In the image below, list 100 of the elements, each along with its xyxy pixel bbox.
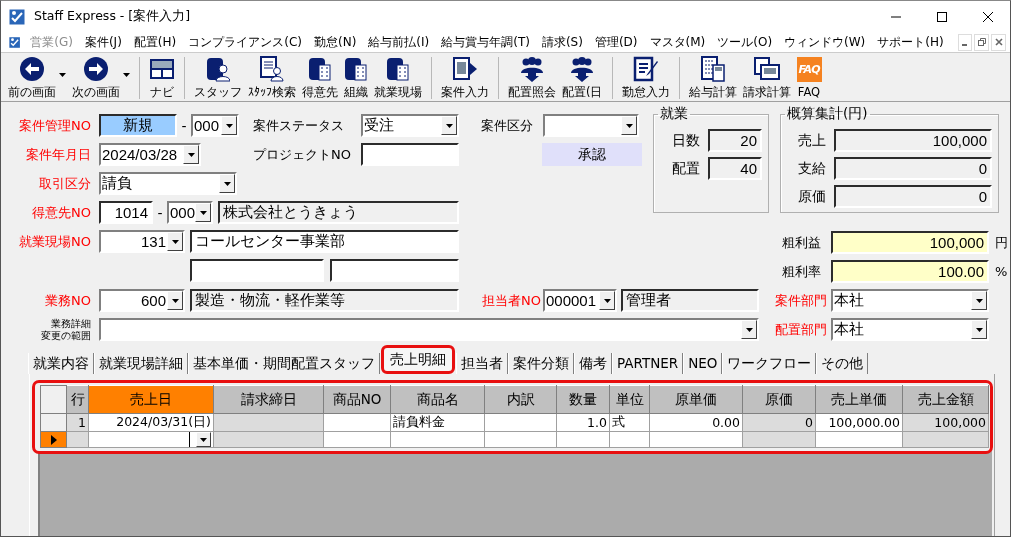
menu-item[interactable]: 配置(H): [133, 33, 177, 51]
column-header[interactable]: 行: [66, 385, 89, 414]
toolbar-button[interactable]: 次の画面: [69, 53, 133, 101]
tab[interactable]: PARTNER: [612, 353, 684, 374]
date-select[interactable]: 2024/03/28: [99, 143, 201, 166]
toolbar-button[interactable]: 就業現場: [371, 53, 425, 101]
branch-select[interactable]: 000: [191, 114, 239, 137]
dropdown-button[interactable]: [167, 291, 183, 310]
app-icon[interactable]: [9, 34, 21, 50]
client-number-field[interactable]: 1014: [99, 201, 153, 224]
tab[interactable]: その他: [816, 353, 869, 374]
tab[interactable]: 備考: [574, 353, 612, 374]
dropdown-button[interactable]: [219, 174, 235, 193]
site-name-field[interactable]: コールセンター事業部: [190, 230, 459, 253]
tab[interactable]: 担当者: [456, 353, 508, 374]
restore-icon[interactable]: [974, 33, 990, 51]
case-number-field[interactable]: 新規: [99, 114, 177, 137]
approve-button[interactable]: 承認: [542, 143, 642, 166]
field-label: 配置部門: [774, 320, 827, 339]
site-select[interactable]: 131: [99, 230, 185, 253]
menu-item[interactable]: サポート(H): [877, 33, 944, 51]
work-select[interactable]: 600: [99, 289, 185, 312]
toolbar-button[interactable]: 前の画面: [5, 53, 69, 101]
menu-item[interactable]: 管理(D): [594, 33, 638, 51]
tab[interactable]: 売上明細: [381, 345, 455, 374]
arrow-left-icon: [19, 56, 45, 82]
toolbar-button[interactable]: スタッフ: [191, 53, 245, 101]
tab[interactable]: ワークフロー: [722, 353, 817, 374]
project-field[interactable]: [361, 143, 459, 166]
dropdown-button[interactable]: [195, 203, 211, 222]
minimize-icon[interactable]: [957, 33, 973, 51]
toolbar-button[interactable]: ナビ: [146, 53, 178, 101]
status-select[interactable]: 受注: [361, 114, 459, 137]
tab[interactable]: 就業現場詳細: [94, 353, 188, 374]
category-select[interactable]: [543, 114, 639, 137]
menu-item[interactable]: 給与賞与年調(T): [441, 33, 530, 51]
column-header[interactable]: 売上単価: [815, 385, 903, 414]
dropdown-button[interactable]: [971, 291, 987, 310]
menu-item[interactable]: マスタ(M): [649, 33, 706, 51]
tab[interactable]: NEO: [683, 353, 723, 374]
dropdown-button[interactable]: [183, 145, 199, 164]
menu-item[interactable]: 勤怠(N): [314, 33, 357, 51]
field-label: 粗利率: [781, 262, 821, 281]
maximize-icon[interactable]: [936, 10, 948, 23]
dropdown-button[interactable]: [441, 116, 457, 135]
toolbar-button[interactable]: FAQ FAQ: [793, 53, 825, 101]
manager-select[interactable]: 000001: [543, 289, 617, 312]
department-select[interactable]: 本社: [831, 289, 989, 312]
unit-text: 円: [995, 233, 1008, 252]
field-label: 支給: [798, 159, 826, 178]
input-field[interactable]: [190, 259, 324, 282]
column-header[interactable]: 商品名: [390, 385, 485, 414]
column-header[interactable]: 売上日: [88, 385, 214, 414]
toolbar-button[interactable]: 得意先: [299, 53, 341, 101]
column-header[interactable]: 原価: [742, 385, 816, 414]
table-cell: 100,000.00: [815, 413, 903, 432]
column-header[interactable]: 単位: [609, 385, 650, 414]
deal-type-select[interactable]: 請負: [99, 172, 237, 195]
toolbar-button[interactable]: 組織: [341, 53, 371, 101]
calculator-icon: [700, 56, 725, 82]
dropdown-button[interactable]: [599, 291, 615, 310]
toolbar-button[interactable]: 案件入力: [438, 53, 492, 101]
dropdown-button[interactable]: [196, 432, 211, 447]
toolbar-button[interactable]: 配置照会: [505, 53, 559, 101]
department-select[interactable]: 本社: [831, 318, 989, 341]
dropdown-button[interactable]: [167, 232, 183, 251]
toolbar-button[interactable]: 請求計算: [739, 53, 794, 101]
menu-item[interactable]: 案件(J): [84, 33, 122, 51]
menu-item[interactable]: ツール(O): [717, 33, 773, 51]
field-label: 案件ステータス: [253, 116, 345, 135]
column-header[interactable]: 請求締日: [213, 385, 324, 414]
field-label: 就業現場NO: [18, 232, 91, 251]
field-label: 担当者NO: [481, 291, 541, 310]
toolbar-button[interactable]: ｽﾀｯﾌ検索: [245, 53, 299, 101]
tab[interactable]: 基本単価・期間配置スタッフ: [188, 353, 380, 374]
dropdown-button[interactable]: [621, 116, 637, 135]
column-header[interactable]: 原単価: [649, 385, 743, 414]
scope-select[interactable]: [99, 318, 759, 341]
dropdown-button[interactable]: [971, 320, 987, 339]
faq-icon: FAQ: [796, 56, 822, 82]
tab[interactable]: 案件分類: [508, 353, 574, 374]
value-field: 0: [834, 185, 992, 208]
dropdown-button[interactable]: [221, 116, 237, 135]
input-field[interactable]: [330, 259, 459, 282]
column-header[interactable]: 内訳: [484, 385, 557, 414]
value-field: 20: [708, 129, 762, 152]
column-header[interactable]: 数量: [556, 385, 610, 414]
tab[interactable]: 就業内容: [28, 353, 94, 374]
menu-item[interactable]: ウィンドウ(W): [784, 33, 866, 51]
menu-item[interactable]: コンプライアンス(C): [188, 33, 302, 51]
menu-item[interactable]: 請求(S): [541, 33, 583, 51]
toolbar-button[interactable]: 配置(日: [559, 53, 606, 101]
toolbar-button[interactable]: 給与計算: [685, 53, 740, 101]
column-header[interactable]: 商品NO: [323, 385, 391, 414]
toolbar-button[interactable]: 勤怠入力: [618, 53, 673, 101]
close-icon[interactable]: [982, 10, 994, 23]
column-header[interactable]: 売上金額: [902, 385, 989, 414]
menu-item[interactable]: 給与前払(I): [368, 33, 430, 51]
branch-select[interactable]: 000: [167, 201, 213, 224]
dropdown-button[interactable]: [741, 320, 757, 339]
